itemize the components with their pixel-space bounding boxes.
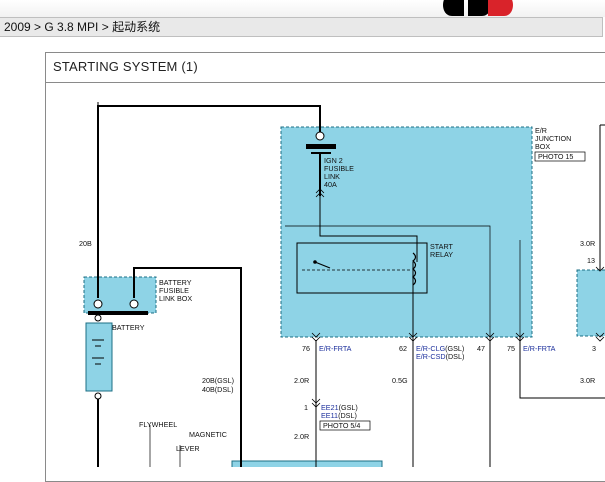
- connector-ee11-suffix: (DSL): [338, 411, 357, 420]
- starter-connector-area: [231, 460, 383, 467]
- wire-label-clg: 0.5G: [392, 376, 408, 385]
- pin-3-label: 3: [592, 344, 596, 353]
- junction-box-area: [280, 126, 533, 338]
- junction-box-label-3: BOX: [535, 142, 550, 151]
- right-component-box-area: [576, 269, 605, 337]
- wire-label-lower: 2.0R: [294, 432, 309, 441]
- connector-ee11: EE11(DSL): [321, 411, 357, 420]
- connector-ee-photo-label: PHOTO 5/4: [323, 421, 360, 430]
- ign-fusible-link-bar: [311, 152, 331, 154]
- connector-csd-suffix: (DSL): [446, 352, 465, 361]
- pin-75-connector: E/R-FRTA: [523, 344, 556, 353]
- pin-76-connector: E/R-FRTA: [319, 344, 352, 353]
- wire-label-frta: 2.0R: [294, 376, 309, 385]
- start-relay-terminal: [313, 260, 317, 264]
- connector-ee11-code: EE11: [321, 411, 338, 420]
- battery-negative-terminal: [94, 392, 102, 400]
- ign-fusible-link-symbol: [306, 144, 336, 149]
- battery-positive-terminal: [94, 314, 102, 322]
- battery-label: BATTERY: [112, 323, 145, 332]
- connector-csd-code: E/R-CSD: [416, 352, 446, 361]
- pin-76-label: 76: [302, 344, 310, 353]
- starter-flywheel-label: FLYWHEEL: [139, 420, 177, 429]
- battery-fusible-terminal-1: [93, 299, 103, 309]
- wire-label-right-pin: 13: [587, 256, 595, 265]
- wire-label-mid-gsl: 20B(GSL): [202, 376, 234, 385]
- battery-fusible-label-3: LINK BOX: [159, 294, 192, 303]
- connector-ee-pin: 1: [304, 403, 308, 412]
- start-relay-label-2: RELAY: [430, 250, 453, 259]
- ign-fusible-terminal-top: [315, 131, 325, 141]
- wire-label-mid-dsl: 40B(DSL): [202, 385, 234, 394]
- pin-47-label: 47: [477, 344, 485, 353]
- wiring-diagram: E/R JUNCTION BOX PHOTO 15 IGN 2 FUSIBLE …: [79, 102, 605, 467]
- wire-label-right-top: 3.0R: [580, 239, 595, 248]
- battery-fusible-link-box-area: [83, 276, 157, 314]
- battery-symbol: [85, 322, 113, 392]
- battery-fusible-link-bar: [88, 311, 148, 315]
- wire-label-right-bottom: 3.0R: [580, 376, 595, 385]
- pin-62-connector-alt: E/R-CSD(DSL): [416, 352, 464, 361]
- junction-box-photo-label: PHOTO 15: [538, 152, 573, 161]
- starter-magnetic-label: MAGNETIC: [189, 430, 227, 439]
- pin-75-label: 75: [507, 344, 515, 353]
- ign-label-4: 40A: [324, 180, 337, 189]
- wire-label-left-top: 20B: [79, 239, 92, 248]
- pin-62-label: 62: [399, 344, 407, 353]
- battery-fusible-terminal-2: [129, 299, 139, 309]
- starter-lever-label: LEVER: [176, 444, 200, 453]
